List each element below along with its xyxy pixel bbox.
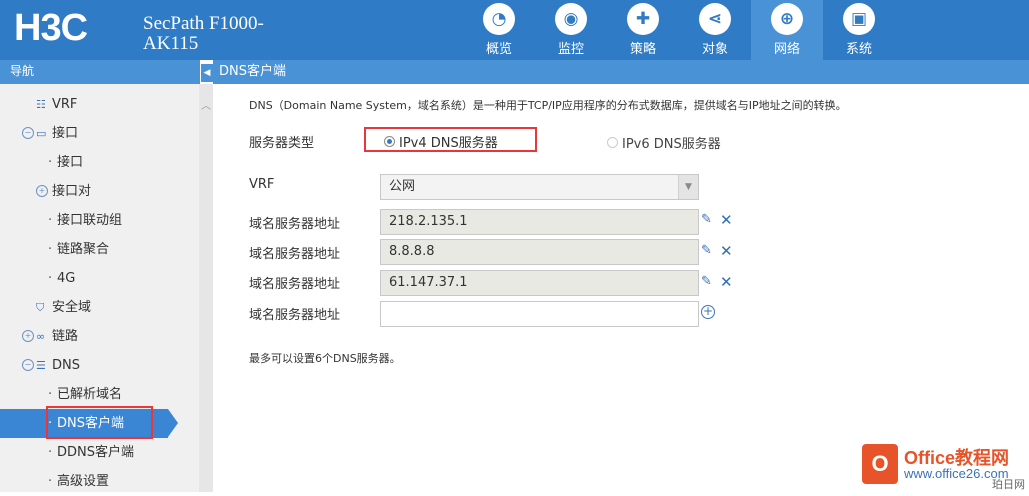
- bullet-icon: ·: [48, 213, 53, 228]
- dns-server-label-4: 域名服务器地址: [249, 308, 341, 323]
- bullet-icon: ·: [48, 271, 53, 286]
- monitor-icon: ▭: [36, 127, 47, 140]
- nav-system[interactable]: ▣ 系统: [823, 0, 895, 60]
- expand-icon[interactable]: +: [36, 185, 48, 197]
- bullet-icon: ·: [48, 242, 53, 257]
- vrf-select-value: 公网: [389, 179, 416, 194]
- close-icon[interactable]: ✕: [720, 275, 734, 290]
- close-icon[interactable]: ✕: [720, 244, 734, 259]
- ipv6-radio-label: IPv6 DNS服务器: [622, 136, 721, 152]
- pencil-icon[interactable]: ✎: [701, 244, 715, 258]
- sidebar-item-label: 链路: [52, 329, 79, 344]
- nav-label: 概览: [485, 42, 512, 57]
- bullet-icon: ·: [48, 155, 53, 170]
- add-icon[interactable]: +: [701, 305, 715, 319]
- chevron-down-icon[interactable]: ▼: [678, 175, 698, 199]
- dns-server-field-4[interactable]: [380, 301, 699, 327]
- sidebar-item-security-zone[interactable]: ⛉ 安全域: [0, 293, 198, 322]
- office-logo-icon: O: [862, 444, 898, 484]
- page-description: DNS（Domain Name System，域名系统）是一种用于TCP/IP应…: [249, 99, 847, 112]
- vrf-select[interactable]: 公网 ▼: [380, 174, 699, 200]
- sidebar-item-vrf[interactable]: ☷ VRF: [0, 90, 198, 119]
- bullet-icon: ·: [48, 387, 53, 402]
- close-icon[interactable]: ✕: [720, 213, 734, 228]
- sidebar-item-label: 已解析域名: [57, 387, 123, 402]
- computer-icon: ▣: [843, 3, 875, 35]
- sidebar-item-ddns-client[interactable]: · DDNS客户端: [0, 438, 198, 467]
- h3c-logo: H3C: [14, 7, 88, 49]
- sidebar-item-label: 接口: [52, 126, 79, 141]
- database-icon: ☰: [36, 359, 46, 372]
- sidebar-item-resolved-domains[interactable]: · 已解析域名: [0, 380, 198, 409]
- dns-server-label-1: 域名服务器地址: [249, 217, 341, 232]
- sidebar-item-label: 接口对: [52, 184, 92, 199]
- pencil-icon[interactable]: ✎: [701, 213, 715, 227]
- sidebar-scrollbar[interactable]: [199, 84, 213, 492]
- nav-monitor[interactable]: ◉ 监控: [535, 0, 607, 60]
- sidebar-item-interface-linkage[interactable]: · 接口联动组: [0, 206, 198, 235]
- monitor-icon: ◉: [555, 3, 587, 35]
- main-nav: ◔ 概览 ◉ 监控 ✚ 策略 ⋖ 对象 ⊕ 网络 ▣ 系统: [463, 0, 895, 60]
- pencil-icon[interactable]: ✎: [701, 275, 715, 289]
- nav-label: 策略: [629, 42, 656, 57]
- collapse-icon[interactable]: −: [22, 127, 34, 139]
- sidebar-item-label: 安全域: [52, 300, 92, 315]
- highlight-box-sidebar: [46, 406, 153, 439]
- server-limit-note: 最多可以设置6个DNS服务器。: [249, 352, 401, 365]
- nav-label: 监控: [557, 42, 584, 57]
- sidebar-item-label: 链路聚合: [57, 242, 110, 257]
- ipv6-radio[interactable]: IPv6 DNS服务器: [607, 131, 721, 153]
- watermark-sub: 珀日网: [992, 478, 1025, 491]
- server-type-label: 服务器类型: [249, 136, 315, 151]
- sidebar-item-label: DNS: [52, 358, 80, 373]
- nav-policy[interactable]: ✚ 策略: [607, 0, 679, 60]
- shield-icon: ⛉: [36, 301, 45, 314]
- dns-server-label-3: 域名服务器地址: [249, 277, 341, 292]
- sidebar-item-label: 接口: [57, 155, 84, 170]
- page-title: DNS客户端: [213, 60, 1029, 84]
- expand-icon[interactable]: +: [22, 330, 34, 342]
- sidebar-title: 导航: [0, 60, 200, 84]
- product-name-line2: AK115: [143, 33, 199, 54]
- top-header: H3C SecPath F1000- AK115 ◔ 概览 ◉ 监控 ✚ 策略 …: [0, 0, 1029, 60]
- collapse-icon[interactable]: −: [22, 359, 34, 371]
- bullet-icon: ·: [48, 445, 53, 460]
- dns-server-field-1[interactable]: 218.2.135.1: [380, 209, 699, 235]
- active-arrow: [168, 409, 178, 437]
- nav-label: 对象: [701, 42, 728, 57]
- sidebar-item-interface-group[interactable]: − ▭ 接口: [0, 119, 198, 148]
- link-icon: ∞: [36, 330, 46, 343]
- sidebar-item-label: DDNS客户端: [57, 445, 134, 460]
- product-name: SecPath F1000- AK115: [143, 14, 264, 54]
- vrf-icon: ☷: [36, 98, 46, 111]
- sidebar-item-dns[interactable]: − ☰ DNS: [0, 351, 198, 380]
- product-name-line1: SecPath F1000-: [143, 13, 264, 34]
- share-icon: ⋖: [699, 3, 731, 35]
- sidebar-item-link-aggregation[interactable]: · 链路聚合: [0, 235, 198, 264]
- sidebar-item-interface-pair[interactable]: + 接口对: [0, 177, 198, 206]
- sidebar-item-label: 接口联动组: [57, 213, 123, 228]
- shield-icon: ✚: [627, 3, 659, 35]
- collapse-sidebar-icon[interactable]: ◀: [201, 64, 213, 82]
- nav-overview[interactable]: ◔ 概览: [463, 0, 535, 60]
- highlight-box-radio: [364, 127, 537, 152]
- vrf-label: VRF: [249, 177, 275, 192]
- watermark: O Office教程网 www.office26.com 珀日网: [858, 440, 1029, 492]
- nav-label: 系统: [845, 42, 872, 57]
- dns-server-field-3[interactable]: 61.147.37.1: [380, 270, 699, 296]
- sidebar-item-label: 4G: [57, 271, 76, 286]
- sidebar-item-label: VRF: [52, 97, 78, 112]
- sidebar-item-interface[interactable]: · 接口: [0, 148, 198, 177]
- sidebar-item-link[interactable]: + ∞ 链路: [0, 322, 198, 351]
- nav-network[interactable]: ⊕ 网络: [751, 0, 823, 60]
- nav-label: 网络: [773, 42, 800, 57]
- sidebar-item-4g[interactable]: · 4G: [0, 264, 198, 293]
- dns-server-label-2: 域名服务器地址: [249, 247, 341, 262]
- radio-unchecked-icon[interactable]: [607, 136, 618, 148]
- dashboard-icon: ◔: [483, 3, 515, 35]
- nav-object[interactable]: ⋖ 对象: [679, 0, 751, 60]
- chevron-up-icon[interactable]: ︿: [201, 102, 211, 112]
- dns-server-field-2[interactable]: 8.8.8.8: [380, 239, 699, 265]
- globe-icon: ⊕: [771, 3, 803, 35]
